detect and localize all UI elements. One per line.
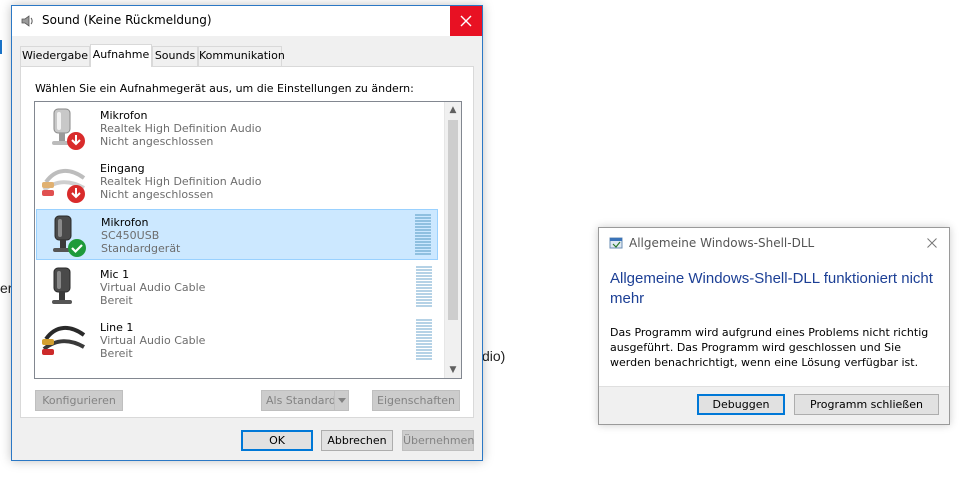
ok-button[interactable]: OK bbox=[241, 430, 313, 451]
microphone-icon bbox=[52, 267, 72, 304]
recording-panel: Wählen Sie ein Aufnahmegerät aus, um die… bbox=[20, 66, 474, 418]
debug-button[interactable]: Debuggen bbox=[697, 394, 785, 415]
device-driver: Realtek High Definition Audio bbox=[100, 122, 262, 135]
device-status: Bereit bbox=[100, 347, 133, 360]
vertical-scrollbar[interactable]: ▲ ▼ bbox=[444, 102, 461, 378]
tab-aufnahme[interactable]: Aufnahme bbox=[90, 44, 152, 67]
rca-cable-icon bbox=[42, 169, 86, 203]
device-item[interactable]: Mic 1 Virtual Audio Cable Bereit bbox=[36, 262, 438, 313]
application-icon bbox=[609, 237, 623, 249]
device-status: Standardgerät bbox=[101, 242, 181, 255]
device-name: Mikrofon bbox=[101, 216, 149, 229]
properties-button[interactable]: Eigenschaften bbox=[372, 390, 460, 411]
error-footer: Debuggen Programm schließen bbox=[599, 386, 949, 424]
set-default-label: Als Standard bbox=[266, 394, 336, 407]
background-link-fragment bbox=[0, 40, 2, 54]
apply-button[interactable]: Übernehmen bbox=[402, 430, 474, 451]
device-list[interactable]: Mikrofon Realtek High Definition Audio N… bbox=[34, 101, 462, 379]
device-item[interactable]: Line 1 Virtual Audio Cable Bereit bbox=[36, 315, 438, 366]
set-default-button[interactable]: Als Standard bbox=[261, 390, 349, 411]
device-driver: Realtek High Definition Audio bbox=[100, 175, 262, 188]
device-name: Eingang bbox=[100, 162, 145, 175]
device-name: Mic 1 bbox=[100, 268, 130, 281]
background-text-fragment: dio) bbox=[482, 348, 506, 364]
level-meter bbox=[416, 266, 432, 308]
speaker-icon bbox=[21, 15, 33, 27]
device-status: Bereit bbox=[100, 294, 133, 307]
instruction-text: Wählen Sie ein Aufnahmegerät aus, um die… bbox=[35, 82, 414, 95]
device-driver: Virtual Audio Cable bbox=[100, 334, 206, 347]
configure-button[interactable]: Konfigurieren bbox=[35, 390, 123, 411]
chevron-down-icon[interactable] bbox=[334, 391, 348, 410]
error-dialog: Allgemeine Windows-Shell-DLL Allgemeine … bbox=[598, 227, 950, 425]
close-program-button[interactable]: Programm schließen bbox=[794, 394, 939, 415]
error-heading: Allgemeine Windows-Shell-DLL funktionier… bbox=[610, 270, 933, 307]
device-item[interactable]: Eingang Realtek High Definition Audio Ni… bbox=[36, 156, 438, 207]
scroll-up-arrow-icon[interactable]: ▲ bbox=[445, 102, 461, 118]
sound-dialog: Sound (Keine Rückmeldung) Wiedergabe Auf… bbox=[11, 5, 483, 461]
scroll-down-arrow-icon[interactable]: ▼ bbox=[445, 362, 461, 378]
scroll-thumb[interactable] bbox=[448, 120, 458, 320]
rca-cable-icon bbox=[42, 326, 86, 355]
tab-wiedergabe[interactable]: Wiedergabe bbox=[20, 46, 90, 66]
close-button[interactable] bbox=[923, 234, 941, 252]
error-window-title: Allgemeine Windows-Shell-DLL bbox=[629, 236, 815, 250]
device-driver: SC450USB bbox=[101, 229, 160, 242]
microphone-icon bbox=[53, 215, 86, 257]
device-driver: Virtual Audio Cable bbox=[100, 281, 206, 294]
device-name: Mikrofon bbox=[100, 109, 148, 122]
close-icon bbox=[927, 238, 937, 248]
device-name: Line 1 bbox=[100, 321, 134, 334]
cancel-button[interactable]: Abbrechen bbox=[321, 430, 393, 451]
window-title: Sound (Keine Rückmeldung) bbox=[42, 13, 212, 27]
level-meter bbox=[415, 214, 431, 256]
device-item[interactable]: Mikrofon Realtek High Definition Audio N… bbox=[36, 103, 438, 154]
title-bar[interactable]: Sound (Keine Rückmeldung) bbox=[12, 6, 482, 36]
tab-kommunikation[interactable]: Kommunikation bbox=[198, 46, 285, 66]
device-status: Nicht angeschlossen bbox=[100, 188, 214, 201]
close-icon bbox=[460, 15, 472, 27]
device-status: Nicht angeschlossen bbox=[100, 135, 214, 148]
microphone-icon bbox=[52, 108, 85, 150]
tab-sounds[interactable]: Sounds bbox=[152, 46, 198, 66]
error-message: Das Programm wird aufgrund eines Problem… bbox=[610, 326, 929, 369]
device-item-selected[interactable]: Mikrofon SC450USB Standardgerät bbox=[36, 209, 438, 260]
level-meter bbox=[416, 319, 432, 361]
close-button[interactable] bbox=[450, 6, 482, 36]
